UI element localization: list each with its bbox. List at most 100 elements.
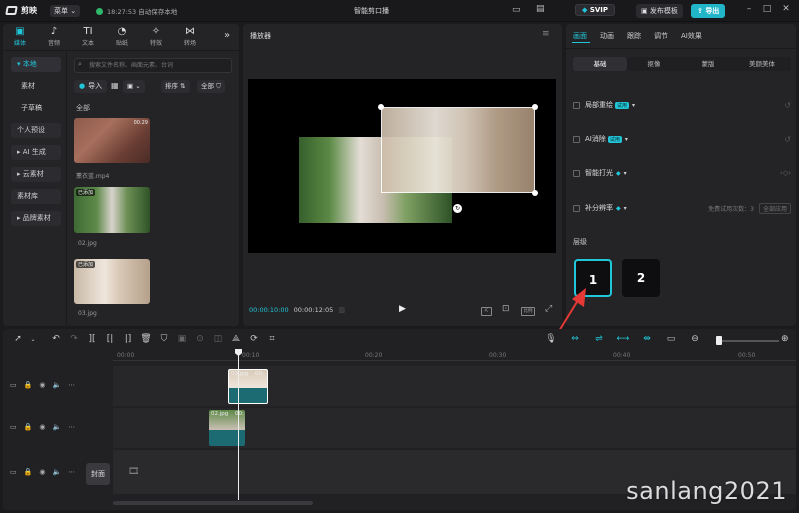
resize-handle[interactable] bbox=[532, 190, 538, 196]
svip-button[interactable]: ◆ SVIP bbox=[575, 4, 616, 16]
zoom-slider-handle[interactable] bbox=[716, 336, 722, 345]
volume-icon[interactable]: 🔈 bbox=[52, 468, 61, 476]
reset-icon[interactable]: ↺ bbox=[784, 135, 791, 144]
tab-text[interactable]: TI 文本 bbox=[71, 26, 105, 47]
tab-audio[interactable]: ♪ 音频 bbox=[37, 26, 71, 47]
tab-tracking[interactable]: 跟踪 bbox=[627, 31, 641, 41]
chevron-down-icon[interactable]: ▾ bbox=[625, 136, 628, 143]
nav-local[interactable]: ▾ 本地 bbox=[11, 57, 61, 72]
chevron-down-icon[interactable]: ▾ bbox=[632, 102, 635, 109]
clip-03[interactable]: 03.jpg 00: bbox=[228, 369, 268, 404]
preview-layer-03[interactable] bbox=[381, 107, 535, 193]
lock-icon[interactable]: 🔒 bbox=[24, 468, 33, 476]
link-icon[interactable]: ⟷ bbox=[616, 334, 630, 344]
chevron-down-icon[interactable]: ▾ bbox=[624, 170, 627, 177]
more-icon[interactable]: ⋯ bbox=[68, 381, 75, 389]
subtab-beauty[interactable]: 美颜美体 bbox=[735, 57, 789, 71]
frame-rate-checkbox[interactable] bbox=[573, 204, 580, 212]
trim-right-icon[interactable]: |] bbox=[121, 334, 135, 344]
inpaint-checkbox[interactable] bbox=[573, 101, 580, 109]
grid-layout-icon[interactable]: ▤ bbox=[536, 4, 545, 14]
preview-canvas[interactable]: ↻ bbox=[248, 79, 556, 253]
subtab-cutout[interactable]: 抠像 bbox=[627, 57, 681, 71]
layer-button-2[interactable]: 2 bbox=[622, 259, 660, 297]
nav-personal-preset[interactable]: 个人预设 bbox=[11, 123, 61, 138]
search-input[interactable]: 搜索文件名称、画面元素、台词 bbox=[74, 58, 232, 73]
ai-erase-checkbox[interactable] bbox=[573, 135, 580, 143]
media-thumbnail[interactable]: 已添加 bbox=[74, 259, 150, 304]
menu-button[interactable]: 菜单 ⌄ bbox=[50, 5, 81, 17]
mirror-triangle-icon[interactable]: ⟁ bbox=[229, 334, 243, 344]
smart-lighting-checkbox[interactable] bbox=[573, 169, 580, 177]
more-icon[interactable]: ⋯ bbox=[68, 423, 75, 431]
volume-icon[interactable]: 🔈 bbox=[52, 381, 61, 389]
undo-icon[interactable]: ↶ bbox=[49, 334, 63, 344]
zoom-slider[interactable] bbox=[721, 340, 779, 342]
resize-handle[interactable] bbox=[532, 104, 538, 110]
main-track-magnet-icon[interactable]: ⇔ bbox=[568, 334, 582, 344]
timeline-scrollbar[interactable] bbox=[113, 501, 313, 505]
shield-icon[interactable]: ⛉ bbox=[157, 334, 171, 344]
chevron-down-icon[interactable]: ⌄ bbox=[29, 336, 37, 343]
tab-transition[interactable]: ⋈ 转场 bbox=[173, 26, 207, 47]
chevron-down-icon[interactable]: ▾ bbox=[624, 205, 627, 212]
layout-icon[interactable]: ▭ bbox=[512, 5, 521, 15]
menu-icon[interactable]: ≡ bbox=[542, 29, 550, 39]
reset-icon[interactable]: ↺ bbox=[784, 101, 791, 110]
tab-ai-effects[interactable]: AI效果 bbox=[681, 31, 702, 41]
microphone-icon[interactable]: 🎙 bbox=[544, 334, 558, 344]
timecode-format-icon[interactable]: ▥ bbox=[338, 306, 345, 314]
subtab-mask[interactable]: 蒙版 bbox=[681, 57, 735, 71]
subtab-basic[interactable]: 基础 bbox=[573, 57, 627, 71]
focus-icon[interactable]: ⊡ bbox=[502, 304, 510, 314]
view-size-dropdown[interactable]: ▣ ⌄ bbox=[123, 80, 145, 93]
cover-button[interactable]: 封面 bbox=[86, 463, 110, 485]
eye-icon[interactable]: ◉ bbox=[39, 423, 45, 431]
tab-animation[interactable]: 动画 bbox=[600, 31, 614, 41]
split-icon[interactable]: ][ bbox=[85, 334, 99, 344]
nav-cloud-material[interactable]: ▸ 云素材 bbox=[11, 167, 61, 182]
sort-button[interactable]: 排序 ⇅ bbox=[161, 80, 190, 93]
maximize-icon[interactable]: □ bbox=[760, 4, 774, 14]
nav-material[interactable]: 素材 bbox=[11, 79, 61, 94]
more-tabs-icon[interactable]: » bbox=[224, 30, 230, 41]
zoom-out-icon[interactable]: ⊖ bbox=[688, 334, 702, 344]
volume-icon[interactable]: 🔈 bbox=[52, 423, 61, 431]
lock-icon[interactable]: 🔒 bbox=[24, 381, 33, 389]
clip-02[interactable]: 02.jpg 00: bbox=[209, 410, 245, 446]
timeline-ruler[interactable]: 00:00 00:10 00:20 00:30 00:40 00:50 bbox=[113, 350, 796, 361]
tab-picture[interactable]: 画面 bbox=[573, 31, 587, 41]
eye-icon[interactable]: ◉ bbox=[39, 468, 45, 476]
keyframe-icon[interactable]: ‹◇› bbox=[780, 169, 791, 177]
more-icon[interactable]: ⋯ bbox=[68, 468, 75, 476]
delete-icon[interactable]: 🗑 bbox=[139, 334, 153, 344]
fullscreen-preview-icon[interactable]: ⇱ bbox=[481, 307, 492, 316]
nav-ai-generate[interactable]: ▸ AI 生成 bbox=[11, 145, 61, 160]
preview-axis-icon[interactable]: ⇹ bbox=[640, 334, 654, 344]
eye-icon[interactable]: ◉ bbox=[39, 381, 45, 389]
mirror-icon[interactable]: ◫ bbox=[211, 334, 225, 344]
screen-icon[interactable]: ▭ bbox=[664, 334, 678, 344]
nav-brand-material[interactable]: ▸ 品牌素材 bbox=[11, 211, 61, 226]
playhead[interactable] bbox=[238, 350, 239, 500]
media-thumbnail[interactable]: 00:29 bbox=[74, 118, 150, 163]
grid-view-icon[interactable]: ▦ bbox=[111, 81, 119, 90]
zoom-in-icon[interactable]: ⊕ bbox=[781, 334, 789, 344]
close-icon[interactable]: ✕ bbox=[779, 4, 793, 14]
play-icon[interactable]: ▶ bbox=[399, 304, 406, 314]
rotate-icon[interactable]: ⟳ bbox=[247, 334, 261, 344]
import-button[interactable]: ● 导入 bbox=[74, 80, 108, 93]
tab-adjust[interactable]: 调节 bbox=[654, 31, 668, 41]
tab-media[interactable]: ▣ 媒体 bbox=[3, 26, 37, 47]
export-button[interactable]: ⇪ 导出 bbox=[691, 4, 726, 18]
nav-material-library[interactable]: 素材库 bbox=[11, 189, 61, 204]
publish-template-button[interactable]: ▣ 发布模板 bbox=[636, 4, 683, 18]
auto-snap-icon[interactable]: ⇌ bbox=[592, 334, 606, 344]
select-tool-icon[interactable]: ➚ bbox=[11, 334, 25, 344]
minimize-icon[interactable]: – bbox=[742, 4, 756, 14]
tab-effects[interactable]: ✧ 特效 bbox=[139, 26, 173, 47]
rotate-handle-icon[interactable]: ↻ bbox=[453, 204, 462, 213]
nav-sub-draft[interactable]: 子草稿 bbox=[11, 101, 61, 116]
reverse-icon[interactable]: ⊙ bbox=[193, 334, 207, 344]
crop-icon[interactable]: ⌗ bbox=[265, 334, 279, 344]
